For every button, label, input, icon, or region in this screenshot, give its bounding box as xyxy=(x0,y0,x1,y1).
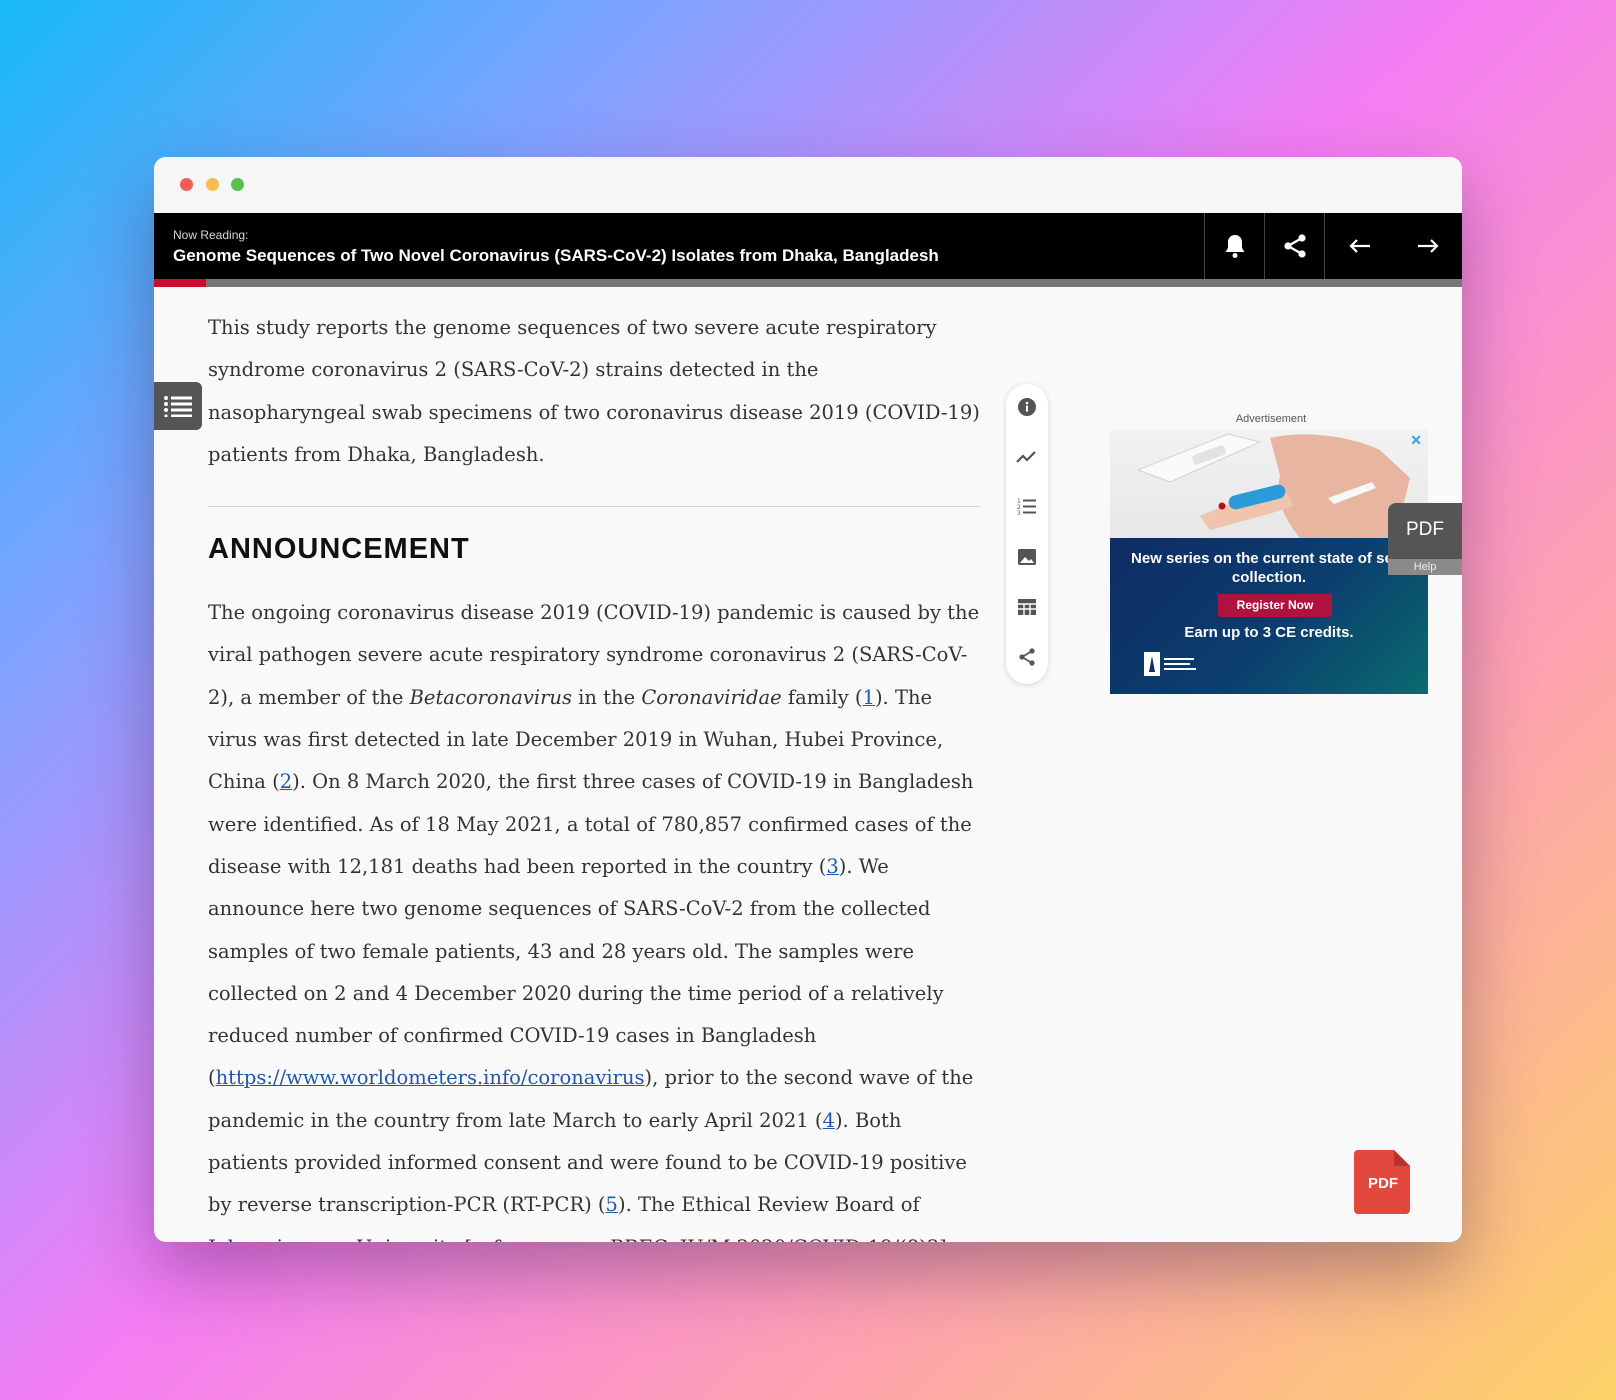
asm-logo-icon xyxy=(1144,652,1196,676)
alerts-button[interactable] xyxy=(1204,213,1265,279)
now-reading-bar: Now Reading: Genome Sequences of Two Nov… xyxy=(154,213,1462,279)
next-article-button[interactable] xyxy=(1393,213,1462,279)
minimize-window-button[interactable] xyxy=(206,178,219,191)
section-heading: ANNOUNCEMENT xyxy=(208,533,470,566)
ad-headline: New series on the current state of self-… xyxy=(1131,550,1407,586)
article-tools-rail: 1 2 3 xyxy=(1006,384,1048,684)
pdf-tab-label: PDF xyxy=(1406,519,1444,540)
table-icon xyxy=(1018,599,1036,615)
section-divider xyxy=(208,506,980,508)
reading-progress-bar xyxy=(154,279,1462,287)
reference-link-4[interactable]: 4 xyxy=(823,1109,835,1132)
bell-icon xyxy=(1225,235,1245,258)
advertisement-label: Advertisement xyxy=(1235,413,1307,425)
share-icon xyxy=(1019,648,1035,666)
ad-close-icon[interactable]: ✕ xyxy=(1410,432,1422,449)
article-info-button[interactable] xyxy=(1015,395,1039,419)
browser-window: Now Reading: Genome Sequences of Two Nov… xyxy=(154,157,1462,1242)
announcement-paragraph: The ongoing coronavirus disease 2019 (CO… xyxy=(208,601,980,1242)
table-of-contents-button[interactable] xyxy=(154,382,202,430)
ad-photo: ✕ xyxy=(1110,430,1428,538)
trend-icon xyxy=(1016,451,1036,463)
share-tool-button[interactable] xyxy=(1015,645,1039,669)
reference-link-5[interactable]: 5 xyxy=(606,1193,618,1216)
worldometers-link[interactable]: https://www.worldometers.info/coronaviru… xyxy=(216,1066,645,1089)
reference-link-1[interactable]: 1 xyxy=(863,686,875,709)
family-name: Coronaviridae xyxy=(641,685,782,709)
now-reading-label: Now Reading: xyxy=(173,228,249,242)
share-icon xyxy=(1284,234,1306,258)
share-button[interactable] xyxy=(1264,213,1325,279)
references-button[interactable]: 1 2 3 xyxy=(1015,495,1039,519)
arrow-right-icon xyxy=(1417,239,1439,253)
image-icon xyxy=(1018,549,1036,565)
ad-register-button[interactable]: Register Now xyxy=(1218,594,1332,617)
genus-name: Betacoronavirus xyxy=(409,685,572,709)
article-abstract: This study reports the genome sequences … xyxy=(208,316,980,466)
reference-link-2[interactable]: 2 xyxy=(280,770,292,793)
pdf-download-button[interactable]: PDF xyxy=(1354,1150,1412,1214)
info-icon xyxy=(1018,398,1036,416)
previous-article-button[interactable] xyxy=(1324,213,1394,279)
maximize-window-button[interactable] xyxy=(231,178,244,191)
window-titlebar xyxy=(154,157,1462,213)
advertisement-banner[interactable]: ✕ New series on the current state of sel… xyxy=(1110,430,1428,694)
article-title: Genome Sequences of Two Novel Coronaviru… xyxy=(173,246,939,265)
close-window-button[interactable] xyxy=(180,178,193,191)
metrics-button[interactable] xyxy=(1015,445,1039,469)
article-content: This study reports the genome sequences … xyxy=(208,307,980,1242)
numbered-list-icon: 1 2 3 xyxy=(1017,498,1036,517)
ad-credits-text: Earn up to 3 CE credits. xyxy=(1184,624,1354,641)
tables-button[interactable] xyxy=(1015,595,1039,619)
list-icon xyxy=(164,396,192,417)
help-link[interactable]: Help xyxy=(1388,559,1462,575)
svg-text:3: 3 xyxy=(1017,510,1021,517)
pdf-side-tab[interactable]: PDF Help xyxy=(1388,503,1462,575)
pdf-button-label: PDF xyxy=(1368,1175,1398,1192)
ad-panel: New series on the current state of self-… xyxy=(1110,538,1428,694)
reference-link-3[interactable]: 3 xyxy=(826,855,838,878)
arrow-left-icon xyxy=(1348,239,1370,253)
reading-progress-fill xyxy=(154,279,207,287)
figures-button[interactable] xyxy=(1015,545,1039,569)
